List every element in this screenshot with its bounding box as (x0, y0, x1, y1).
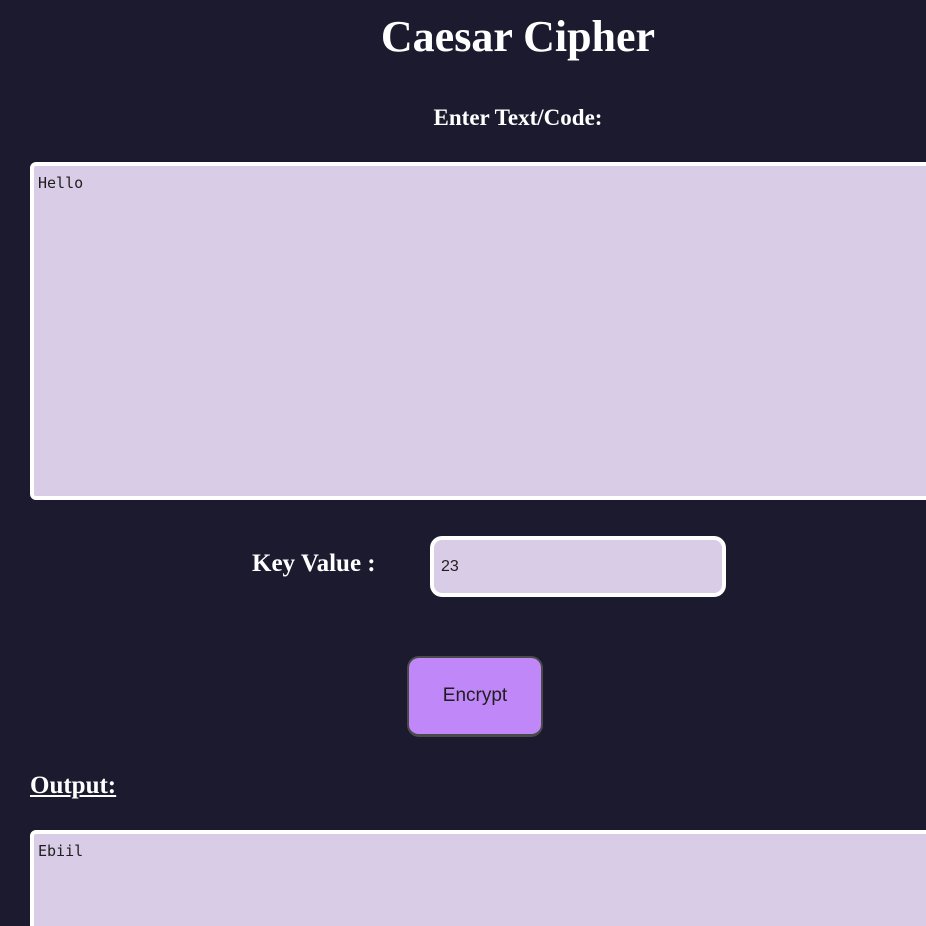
key-value-input[interactable]: 23 (430, 536, 726, 597)
page-title: Caesar Cipher (380, 12, 656, 61)
key-value-label: Key Value : (252, 550, 376, 577)
output-textarea[interactable]: Ebiil (30, 830, 926, 926)
encrypt-button-label: Encrypt (442, 685, 508, 706)
encrypt-button[interactable]: Encrypt (407, 656, 543, 737)
input-label: Enter Text/Code: (433, 105, 603, 130)
output-heading: Output: (30, 772, 117, 799)
input-textarea[interactable]: Hello (30, 162, 926, 500)
